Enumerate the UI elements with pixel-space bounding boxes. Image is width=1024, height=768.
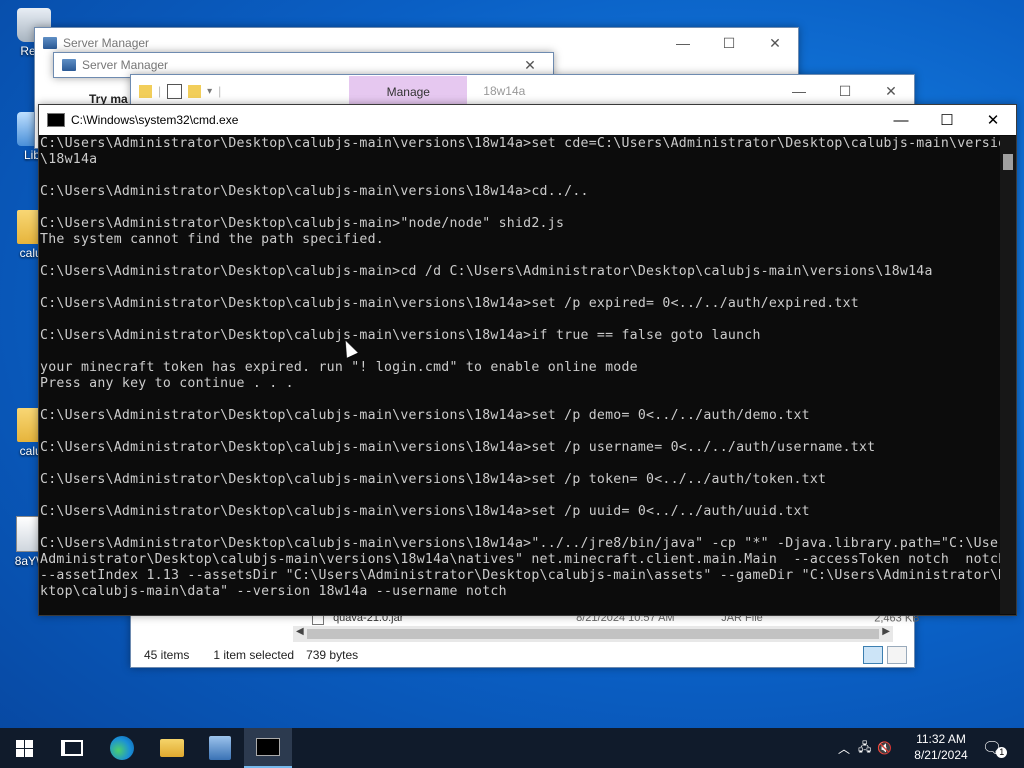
console-line: \18w14a <box>40 152 98 167</box>
title-bar[interactable]: C:\Windows\system32\cmd.exe — ☐ ✕ <box>39 105 1016 135</box>
window-title: 18w14a <box>483 84 526 98</box>
scroll-right-icon[interactable]: ▶ <box>882 626 890 637</box>
maximize-button[interactable]: ☐ <box>924 111 970 129</box>
console-line: C:\Users\Administrator\Desktop\calubjs-m… <box>40 472 827 487</box>
large-icons-view-icon[interactable] <box>887 646 907 664</box>
console-output[interactable]: C:\Users\Administrator\Desktop\calubjs-m… <box>39 136 1000 614</box>
scrollbar-thumb[interactable] <box>307 629 879 639</box>
file-explorer-icon <box>160 739 184 757</box>
scroll-left-icon[interactable]: ◀ <box>296 626 304 637</box>
selection-size: 739 bytes <box>306 648 359 662</box>
console-line: --assetIndex 1.13 --assetsDir "C:\Users\… <box>40 568 1000 583</box>
minimize-button[interactable]: — <box>878 112 924 129</box>
taskbar-file-explorer[interactable] <box>148 728 196 768</box>
edge-icon <box>110 736 134 760</box>
taskbar-server-manager[interactable] <box>196 728 244 768</box>
taskbar-cmd[interactable] <box>244 728 292 768</box>
scrollbar-thumb[interactable] <box>1003 154 1013 170</box>
console-line: ktop\calubjs-main\data" --version 18w14a… <box>40 584 507 599</box>
volume-muted-icon[interactable]: 🔇 <box>877 741 892 755</box>
properties-icon[interactable] <box>167 83 183 99</box>
close-button[interactable]: ✕ <box>752 35 798 52</box>
console-line: C:\Users\Administrator\Desktop\calubjs-m… <box>40 136 1000 151</box>
console-line: Administrator\Desktop\calubjs-main\versi… <box>40 552 1000 567</box>
console-line: your minecraft token has expired. run "!… <box>40 360 638 375</box>
console-line: The system cannot find the path specifie… <box>40 232 384 247</box>
start-button[interactable] <box>0 728 48 768</box>
taskbar: ︿ 🖧 🔇 11:32 AM 8/21/2024 🗨 1 <box>0 728 1024 768</box>
console-line: C:\Users\Administrator\Desktop\calubjs-m… <box>40 328 761 343</box>
status-bar: 45 items 1 item selected 739 bytes <box>130 645 913 665</box>
close-button[interactable]: ✕ <box>507 57 553 74</box>
cmd-icon <box>256 738 280 756</box>
notification-center[interactable]: 🗨 1 <box>982 728 1008 768</box>
item-count: 45 items <box>144 648 190 662</box>
vertical-scrollbar[interactable] <box>1000 136 1016 614</box>
view-buttons <box>863 646 907 664</box>
server-manager-icon <box>209 736 231 760</box>
system-tray: ︿ 🖧 🔇 <box>838 728 892 768</box>
tab-manage[interactable]: Manage <box>349 76 468 106</box>
horizontal-scrollbar[interactable]: ◀ ▶ <box>293 626 893 642</box>
notification-count: 1 <box>996 746 1008 758</box>
show-hidden-icons-icon[interactable]: ︿ <box>838 740 850 757</box>
clock[interactable]: 11:32 AM 8/21/2024 <box>906 731 976 763</box>
windows-logo-icon <box>15 739 33 757</box>
maximize-button[interactable]: ☐ <box>706 35 752 52</box>
window-title: C:\Windows\system32\cmd.exe <box>71 113 239 127</box>
folder-icon[interactable] <box>139 84 152 98</box>
console-line: C:\Users\Administrator\Desktop\calubjs-m… <box>40 296 859 311</box>
minimize-button[interactable]: — <box>660 35 706 51</box>
console-line: C:\Users\Administrator\Desktop\calubjs-m… <box>40 184 589 199</box>
customize-toolbar-icon[interactable]: ▾ <box>207 86 212 97</box>
server-manager-icon <box>43 37 57 49</box>
clock-time: 11:32 AM <box>916 732 966 746</box>
task-view-icon <box>61 740 83 756</box>
cmd-window[interactable]: C:\Windows\system32\cmd.exe — ☐ ✕ C:\Use… <box>38 104 1017 616</box>
task-view-button[interactable] <box>48 728 96 768</box>
console-line: Press any key to continue . . . <box>40 376 294 391</box>
taskbar-edge[interactable] <box>98 728 146 768</box>
network-icon[interactable]: 🖧 <box>858 738 871 759</box>
selection-count: 1 item selected <box>213 648 295 662</box>
new-folder-icon[interactable] <box>188 84 202 98</box>
console-line: C:\Users\Administrator\Desktop\calubjs-m… <box>40 216 565 231</box>
title-bar[interactable]: | ▾ | Manage 18w14a — ☐ ✕ <box>131 75 914 107</box>
console-line: C:\Users\Administrator\Desktop\calubjs-m… <box>40 440 876 455</box>
console-line: C:\Users\Administrator\Desktop\calubjs-m… <box>40 408 810 423</box>
quick-access-toolbar: | ▾ | <box>139 83 221 99</box>
window-title: Server Manager <box>82 58 169 72</box>
cmd-icon <box>47 113 65 127</box>
maximize-button[interactable]: ☐ <box>822 83 868 100</box>
console-line: C:\Users\Administrator\Desktop\calubjs-m… <box>40 264 933 279</box>
console-line: C:\Users\Administrator\Desktop\calubjs-m… <box>40 504 810 519</box>
console-line: C:\Users\Administrator\Desktop\calubjs-m… <box>40 536 1000 551</box>
window-title: Server Manager <box>63 36 150 50</box>
clock-date: 8/21/2024 <box>914 748 968 762</box>
details-view-icon[interactable] <box>863 646 883 664</box>
close-button[interactable]: ✕ <box>970 111 1016 129</box>
minimize-button[interactable]: — <box>776 83 822 99</box>
server-manager-icon <box>62 59 76 71</box>
close-button[interactable]: ✕ <box>868 83 914 100</box>
